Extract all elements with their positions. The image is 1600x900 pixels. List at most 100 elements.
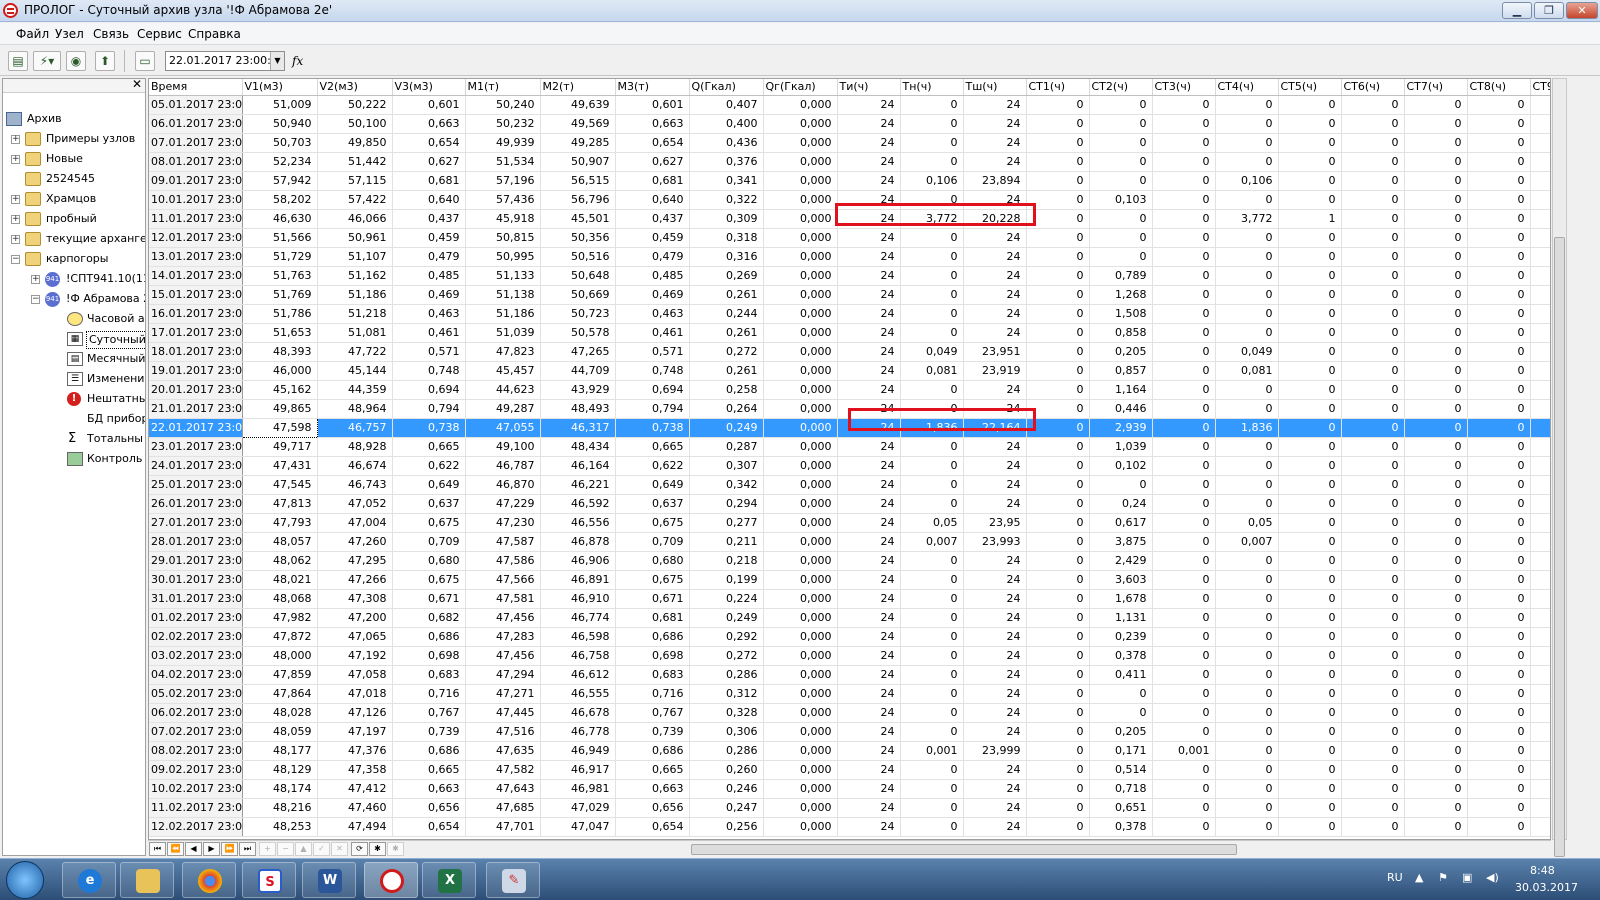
table-cell[interactable]: 0: [1467, 456, 1531, 476]
table-cell[interactable]: 0,681: [615, 171, 690, 191]
row-timestamp-cell[interactable]: 27.01.2017 23:00: [149, 513, 243, 533]
table-cell[interactable]: 0: [1278, 456, 1342, 476]
table-cell[interactable]: 0: [1026, 380, 1090, 400]
expand-icon[interactable]: +: [31, 275, 40, 284]
table-cell[interactable]: 0: [1467, 190, 1531, 210]
table-cell[interactable]: 47,872: [242, 627, 318, 647]
table-row[interactable]: 21.01.2017 23:00 49,865 48,964 0,794 49,287 4…: [149, 399, 1550, 419]
table-cell[interactable]: 0: [1467, 114, 1531, 134]
row-timestamp-cell[interactable]: 14.01.2017 23:00: [149, 266, 243, 286]
column-header[interactable]: СТ2(ч): [1089, 79, 1153, 96]
table-cell[interactable]: 0: [1278, 437, 1342, 457]
table-cell[interactable]: 0: [1215, 551, 1279, 571]
table-cell[interactable]: 0: [1278, 741, 1342, 761]
table-cell[interactable]: [1530, 171, 1550, 191]
table-cell[interactable]: 0,665: [392, 760, 466, 780]
table-cell[interactable]: 20,228: [963, 209, 1027, 229]
table-cell[interactable]: 0: [900, 760, 964, 780]
table-cell[interactable]: 24: [837, 380, 901, 400]
table-cell[interactable]: 0: [1467, 437, 1531, 457]
table-cell[interactable]: 24: [837, 437, 901, 457]
table-cell[interactable]: 0: [1026, 437, 1090, 457]
table-cell[interactable]: 0: [1026, 456, 1090, 476]
table-cell[interactable]: 0: [1026, 608, 1090, 628]
table-cell[interactable]: 0,000: [763, 703, 838, 723]
table-cell[interactable]: 0: [1404, 190, 1468, 210]
table-cell[interactable]: 0: [1278, 627, 1342, 647]
table-cell[interactable]: 24: [837, 665, 901, 685]
table-cell[interactable]: 0: [900, 323, 964, 343]
table-cell[interactable]: 0,378: [1089, 646, 1153, 666]
taskbar-explorer[interactable]: [120, 862, 174, 898]
table-row[interactable]: 05.02.2017 23:00 47,864 47,018 0,716 47,271 4…: [149, 684, 1550, 704]
table-cell[interactable]: [1530, 608, 1550, 628]
table-cell[interactable]: 0: [900, 247, 964, 267]
table-cell[interactable]: 0,000: [763, 798, 838, 818]
table-cell[interactable]: 50,100: [317, 114, 393, 134]
prior-page-button[interactable]: ⏪: [167, 842, 184, 856]
column-header[interactable]: M1(т): [465, 79, 541, 96]
table-cell[interactable]: 0,748: [615, 361, 690, 381]
table-cell[interactable]: 50,907: [540, 152, 616, 172]
table-cell[interactable]: 47,376: [317, 741, 393, 761]
table-cell[interactable]: 0,269: [689, 266, 764, 286]
table-cell[interactable]: 0: [1215, 152, 1279, 172]
table-cell[interactable]: 0: [1404, 570, 1468, 590]
table-cell[interactable]: 0,000: [763, 570, 838, 590]
table-cell[interactable]: 0,637: [615, 494, 690, 514]
insert-record-button[interactable]: +: [259, 842, 276, 856]
table-cell[interactable]: 0,485: [392, 266, 466, 286]
table-cell[interactable]: 47,581: [465, 589, 541, 609]
table-cell[interactable]: [1530, 266, 1550, 286]
table-cell[interactable]: 0,049: [1215, 342, 1279, 362]
table-row[interactable]: 04.02.2017 23:00 47,859 47,058 0,683 47,294 4…: [149, 665, 1550, 685]
table-cell[interactable]: 0,789: [1089, 266, 1153, 286]
table-cell[interactable]: 0: [1404, 703, 1468, 723]
column-header[interactable]: СТ8(ч): [1467, 79, 1531, 96]
table-cell[interactable]: 0,694: [615, 380, 690, 400]
table-cell[interactable]: 0: [1341, 570, 1405, 590]
table-cell[interactable]: 0: [1026, 152, 1090, 172]
table-cell[interactable]: 0,199: [689, 570, 764, 590]
row-timestamp-cell[interactable]: 15.01.2017 23:00: [149, 285, 243, 305]
table-cell[interactable]: 2,939: [1089, 418, 1153, 438]
row-timestamp-cell[interactable]: 23.01.2017 23:00: [149, 437, 243, 457]
table-cell[interactable]: 0,376: [689, 152, 764, 172]
table-cell[interactable]: 0,411: [1089, 665, 1153, 685]
table-cell[interactable]: 0: [1341, 304, 1405, 324]
table-cell[interactable]: 0: [1215, 323, 1279, 343]
column-header[interactable]: СТ1(ч): [1026, 79, 1090, 96]
table-cell[interactable]: 47,260: [317, 532, 393, 552]
table-cell[interactable]: 24: [837, 285, 901, 305]
table-cell[interactable]: 46,678: [540, 703, 616, 723]
table-cell[interactable]: 0: [1152, 684, 1216, 704]
table-cell[interactable]: 0: [1278, 817, 1342, 837]
column-header[interactable]: Q(Гкал): [689, 79, 764, 96]
table-cell[interactable]: 0: [1404, 513, 1468, 533]
table-cell[interactable]: 0: [1215, 114, 1279, 134]
formula-icon[interactable]: fx: [292, 54, 303, 68]
table-cell[interactable]: 0,675: [615, 570, 690, 590]
table-cell[interactable]: 0: [1467, 798, 1531, 818]
table-cell[interactable]: 47,494: [317, 817, 393, 837]
row-timestamp-cell[interactable]: 13.01.2017 23:00: [149, 247, 243, 267]
table-cell[interactable]: 0,007: [900, 532, 964, 552]
table-cell[interactable]: 24: [963, 608, 1027, 628]
table-cell[interactable]: 0,322: [689, 190, 764, 210]
table-cell[interactable]: 46,317: [540, 418, 616, 438]
table-cell[interactable]: 0,272: [689, 342, 764, 362]
table-cell[interactable]: 0: [900, 627, 964, 647]
table-cell[interactable]: 57,196: [465, 171, 541, 191]
table-cell[interactable]: 0,656: [615, 798, 690, 818]
table-cell[interactable]: 47,456: [465, 608, 541, 628]
table-cell[interactable]: 0,857: [1089, 361, 1153, 381]
table-cell[interactable]: 0,000: [763, 817, 838, 837]
table-cell[interactable]: 24: [837, 760, 901, 780]
table-cell[interactable]: 0: [1278, 380, 1342, 400]
table-cell[interactable]: 24: [837, 684, 901, 704]
table-cell[interactable]: 0,264: [689, 399, 764, 419]
table-cell[interactable]: 50,995: [465, 247, 541, 267]
table-cell[interactable]: [1530, 665, 1550, 685]
table-cell[interactable]: 0,767: [392, 703, 466, 723]
table-cell[interactable]: 49,850: [317, 133, 393, 153]
